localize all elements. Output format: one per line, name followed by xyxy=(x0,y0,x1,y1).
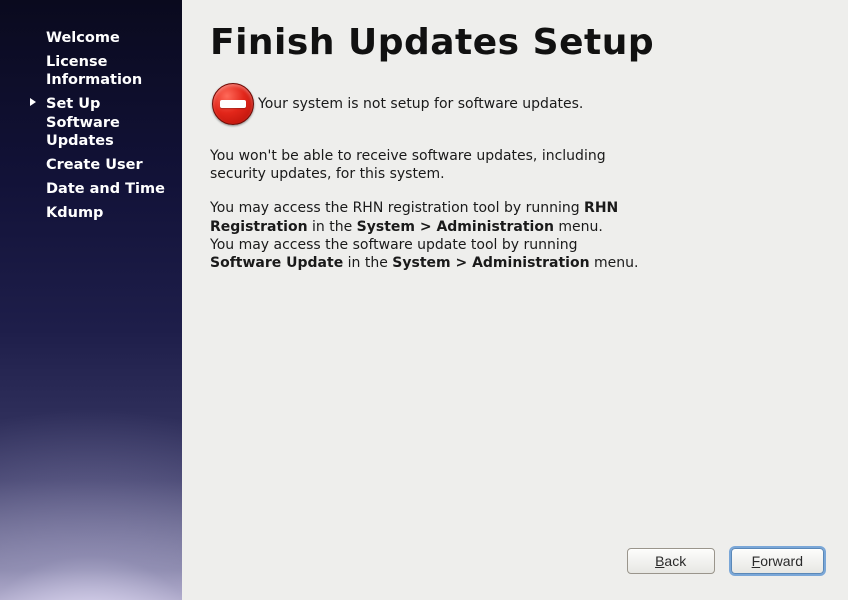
sidebar-item-label: Kdump xyxy=(46,205,103,221)
sidebar-item-create-user: Create User xyxy=(0,153,182,177)
text-bold: System > Administration xyxy=(392,255,589,271)
page-title: Finish Updates Setup xyxy=(210,22,818,63)
main-panel: Finish Updates Setup Your system is not … xyxy=(182,0,848,600)
info-paragraph-2: You may access the RHN registration tool… xyxy=(210,199,650,235)
text-fragment: menu. xyxy=(590,255,639,271)
text-fragment: menu. xyxy=(554,219,603,235)
text-fragment: in the xyxy=(308,219,357,235)
text-bold: Software Update xyxy=(210,255,343,271)
sidebar-item-license: License Information xyxy=(0,50,182,92)
warning-row: Your system is not setup for software up… xyxy=(210,81,818,127)
footer-buttons: Back Forward xyxy=(627,548,824,574)
text-fragment: You may access the RHN registration tool… xyxy=(210,200,584,216)
warning-text: Your system is not setup for software up… xyxy=(258,96,583,112)
sidebar-item-label: Set Up Software Updates xyxy=(46,96,120,148)
mnemonic: B xyxy=(655,553,664,569)
sidebar-item-label: Welcome xyxy=(46,30,120,46)
info-paragraph-1: You won't be able to receive software up… xyxy=(210,147,650,183)
text-fragment: in the xyxy=(343,255,392,271)
error-icon xyxy=(210,81,256,127)
sidebar-item-label: Date and Time xyxy=(46,181,165,197)
button-label-rest: ack xyxy=(664,553,686,569)
sidebar-item-welcome: Welcome xyxy=(0,26,182,50)
mnemonic: F xyxy=(752,553,761,569)
info-paragraph-3: You may access the software update tool … xyxy=(210,236,650,272)
sidebar-item-setup-updates: Set Up Software Updates xyxy=(0,92,182,152)
sidebar-item-label: License Information xyxy=(46,54,142,88)
button-label-rest: orward xyxy=(760,553,803,569)
back-button[interactable]: Back xyxy=(627,548,715,574)
sidebar-item-label: Create User xyxy=(46,157,143,173)
forward-button[interactable]: Forward xyxy=(731,548,824,574)
text-bold: System > Administration xyxy=(357,219,554,235)
sidebar-item-kdump: Kdump xyxy=(0,201,182,225)
text-fragment: You may access the software update tool … xyxy=(210,237,578,253)
active-arrow-icon xyxy=(30,98,36,106)
sidebar-item-date-time: Date and Time xyxy=(0,177,182,201)
sidebar: Welcome License Information Set Up Softw… xyxy=(0,0,182,600)
